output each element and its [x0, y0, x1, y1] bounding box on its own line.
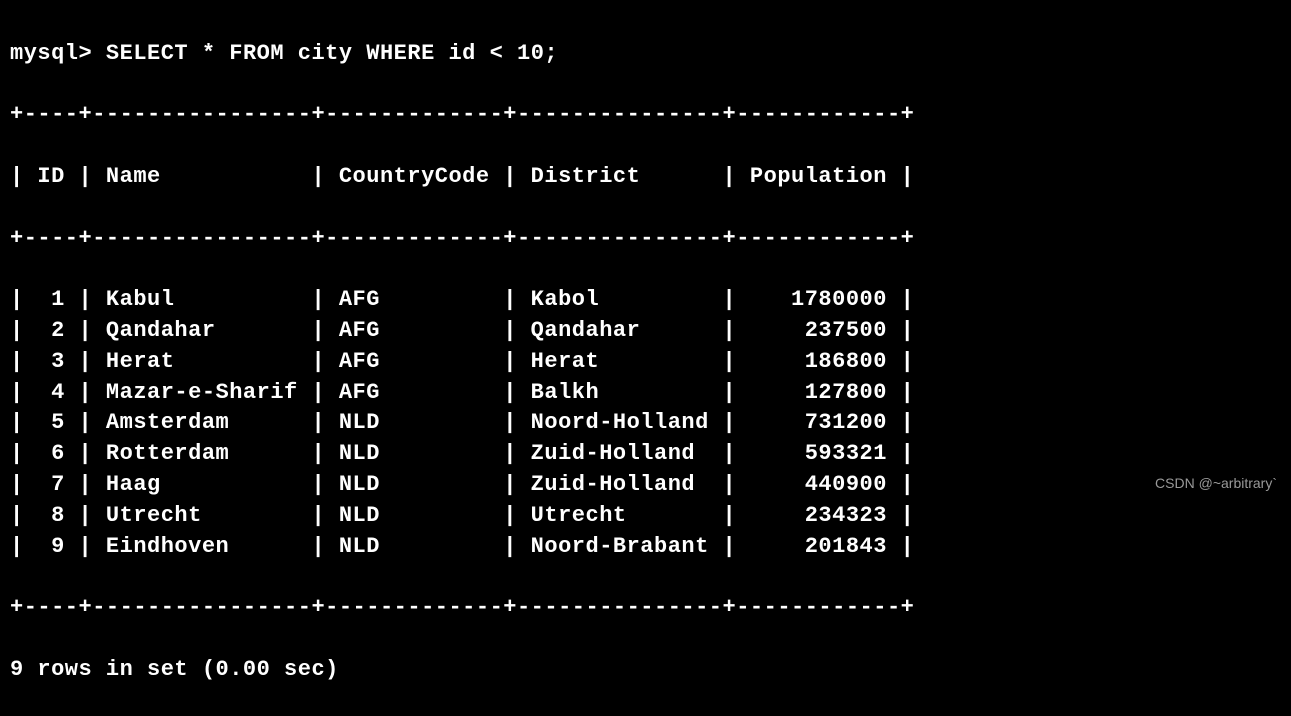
table-row: | 7 | Haag | NLD | Zuid-Holland | 440900… — [10, 470, 1281, 501]
table-row: | 9 | Eindhoven | NLD | Noord-Brabant | … — [10, 532, 1281, 563]
table-body: | 1 | Kabul | AFG | Kabol | 1780000 || 2… — [10, 285, 1281, 562]
query-line: mysql> SELECT * FROM city WHERE id < 10; — [10, 39, 1281, 70]
table-row: | 6 | Rotterdam | NLD | Zuid-Holland | 5… — [10, 439, 1281, 470]
table-border-bottom: +----+----------------+-------------+---… — [10, 593, 1281, 624]
table-row: | 2 | Qandahar | AFG | Qandahar | 237500… — [10, 316, 1281, 347]
mysql-terminal: mysql> SELECT * FROM city WHERE id < 10;… — [10, 8, 1281, 716]
table-border-top: +----+----------------+-------------+---… — [10, 100, 1281, 131]
table-row: | 1 | Kabul | AFG | Kabol | 1780000 | — [10, 285, 1281, 316]
table-row: | 4 | Mazar-e-Sharif | AFG | Balkh | 127… — [10, 378, 1281, 409]
table-row: | 5 | Amsterdam | NLD | Noord-Holland | … — [10, 408, 1281, 439]
mysql-prompt: mysql> — [10, 41, 92, 66]
table-border-mid: +----+----------------+-------------+---… — [10, 224, 1281, 255]
watermark-text: CSDN @~arbitrary` — [1155, 474, 1277, 494]
sql-query: SELECT * FROM city WHERE id < 10; — [106, 41, 558, 66]
table-header: | ID | Name | CountryCode | District | P… — [10, 162, 1281, 193]
result-footer: 9 rows in set (0.00 sec) — [10, 655, 1281, 686]
table-row: | 3 | Herat | AFG | Herat | 186800 | — [10, 347, 1281, 378]
table-row: | 8 | Utrecht | NLD | Utrecht | 234323 | — [10, 501, 1281, 532]
